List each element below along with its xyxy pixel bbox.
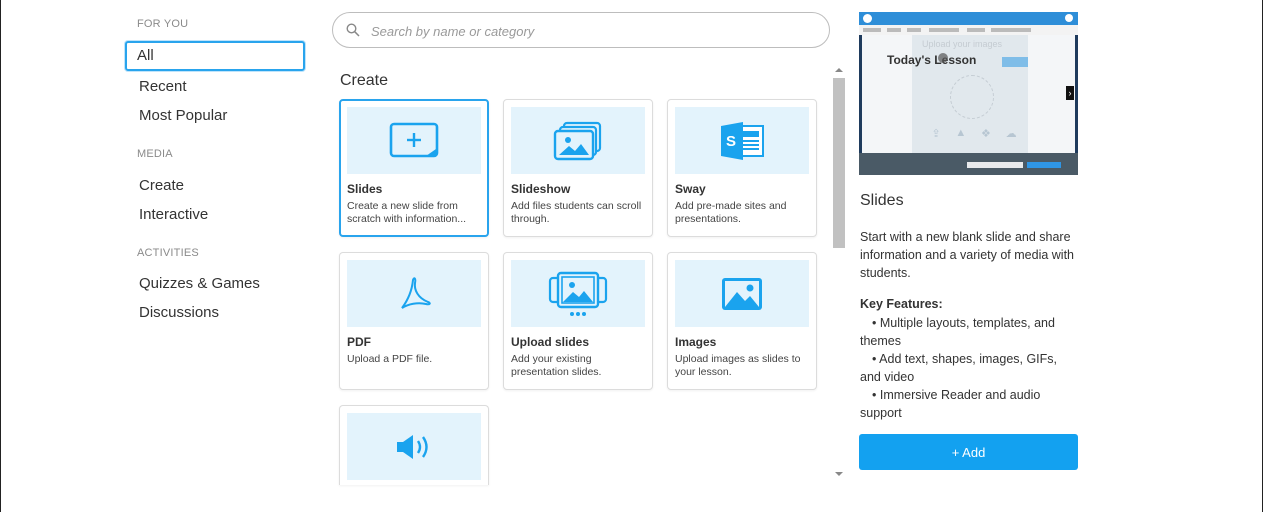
card-thumbnail <box>511 260 645 327</box>
card-title: PDF <box>347 335 371 349</box>
card-thumbnail: S <box>675 107 809 174</box>
image-icon <box>722 277 762 310</box>
card-title: Sway <box>675 182 706 196</box>
upload-source-icons: ⇪ ▲ ❖ ☁ <box>924 127 1024 141</box>
sidebar-item-all[interactable]: All <box>125 41 305 71</box>
card-title: Upload slides <box>511 335 590 349</box>
svg-text:S: S <box>726 133 736 150</box>
card-description: Upload a PDF file. <box>347 353 433 365</box>
sidebar-item-create[interactable]: Create <box>125 169 305 199</box>
card-title: Slideshow <box>511 182 571 196</box>
drive-icon: ▲ <box>955 127 967 139</box>
detail-description: Start with a new blank slide and share i… <box>860 230 1074 280</box>
card-thumbnail <box>511 107 645 174</box>
scrollbar-thumb[interactable] <box>833 78 845 248</box>
user-avatar-icon <box>1065 14 1073 22</box>
upload-drop-circle <box>950 75 994 119</box>
preview-footer <box>859 153 1078 175</box>
card-thumbnail <box>675 260 809 327</box>
upload-slides-icon <box>548 271 608 316</box>
card-thumbnail <box>347 260 481 327</box>
card-title: Slides <box>347 182 383 196</box>
sidebar-item-most-popular[interactable]: Most Popular <box>125 99 305 129</box>
new-slide-icon <box>389 122 439 157</box>
upload-overlay-bar <box>1002 57 1028 67</box>
scroll-up-arrow-icon[interactable] <box>835 68 843 72</box>
dropbox-icon: ❖ <box>980 128 991 140</box>
search-bar[interactable] <box>332 12 830 48</box>
card-slideshow[interactable]: Slideshow Add files students can scroll … <box>503 99 653 237</box>
key-features-list: • Multiple layouts, templates, and theme… <box>860 314 1072 422</box>
section-heading-for-you: FOR YOU <box>137 18 189 30</box>
card-description: Add pre-made sites and presentations. <box>675 200 787 225</box>
preview-toolbar <box>859 25 1078 35</box>
sway-icon: S <box>721 121 764 160</box>
search-input[interactable] <box>369 19 813 43</box>
sidebar-item-recent[interactable]: Recent <box>125 70 305 100</box>
card-description: Create a new slide from scratch with inf… <box>347 200 467 225</box>
pdf-icon <box>401 276 431 309</box>
sidebar-item-quizzes-games[interactable]: Quizzes & Games <box>125 267 305 297</box>
preview-canvas: Upload your images ⇪ ▲ ❖ ☁ Today's Lesso… <box>862 35 1075 153</box>
card-title: Images <box>675 335 717 349</box>
card-thumbnail <box>347 107 481 174</box>
card-audio[interactable] <box>339 405 489 485</box>
section-heading-media: MEDIA <box>137 148 173 160</box>
scroll-down-arrow-icon[interactable] <box>835 472 843 476</box>
cursor-indicator <box>938 53 948 63</box>
card-slides[interactable]: Slides Create a new slide from scratch w… <box>339 99 489 237</box>
card-sway[interactable]: S Sway Add pre-made sites and presentati… <box>667 99 817 237</box>
section-heading-activities: ACTIVITIES <box>137 247 199 259</box>
sidebar-item-interactive[interactable]: Interactive <box>125 198 305 228</box>
preview-lesson-title: Today's Lesson <box>887 53 977 67</box>
add-button[interactable]: + Add <box>859 434 1078 470</box>
slideshow-icon <box>553 121 602 160</box>
card-pdf[interactable]: PDF Upload a PDF file. <box>339 252 489 390</box>
vertical-scrollbar[interactable] <box>831 64 847 480</box>
share-icon: ⇪ <box>931 128 941 140</box>
chevron-right-icon: › <box>1066 86 1074 100</box>
preview-header <box>859 12 1078 25</box>
card-images[interactable]: Images Upload images as slides to your l… <box>667 252 817 390</box>
key-features-heading: Key Features: <box>860 297 943 311</box>
card-description: Upload images as slides to your lesson. <box>675 353 801 378</box>
preview-thumbnail: Upload your images ⇪ ▲ ❖ ☁ Today's Lesso… <box>859 12 1078 175</box>
app-logo-icon <box>863 14 872 23</box>
search-icon <box>346 23 360 37</box>
feature-item: • Multiple layouts, templates, and theme… <box>860 316 1055 348</box>
card-description: Add files students can scroll through. <box>511 200 642 225</box>
feature-item: • Add text, shapes, images, GIFs, and vi… <box>860 352 1058 384</box>
card-description: Add your existing presentation slides. <box>511 353 602 378</box>
upload-overlay-text: Upload your images <box>922 39 1003 49</box>
card-thumbnail <box>347 413 481 480</box>
audio-icon <box>397 434 428 459</box>
feature-item: • Immersive Reader and audio support <box>860 388 1041 420</box>
cloud-icon: ☁ <box>1005 128 1017 140</box>
card-upload-slides[interactable]: Upload slides Add your existing presenta… <box>503 252 653 390</box>
section-title-create: Create <box>340 72 389 89</box>
sidebar-item-discussions[interactable]: Discussions <box>125 296 305 326</box>
detail-title: Slides <box>860 192 904 209</box>
